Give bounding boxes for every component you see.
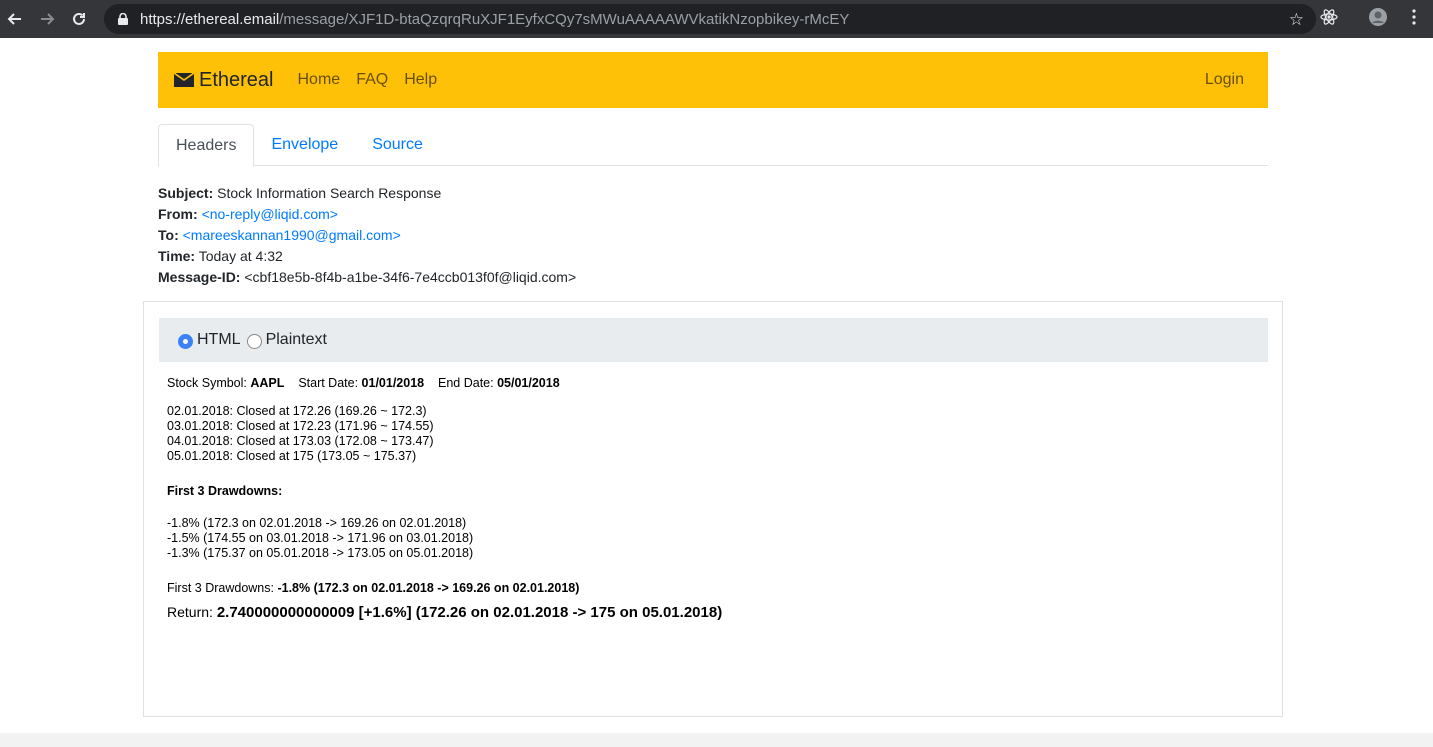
html-option[interactable]: HTML xyxy=(178,331,241,349)
close-list: 02.01.2018: Closed at 172.26 (169.26 ~ 1… xyxy=(167,404,722,464)
login-link[interactable]: Login xyxy=(1205,71,1244,89)
message-headers: Subject: Stock Information Search Respon… xyxy=(158,183,576,288)
list-item: 02.01.2018: Closed at 172.26 (169.26 ~ 1… xyxy=(167,404,427,418)
tab-envelope[interactable]: Envelope xyxy=(254,124,355,166)
drawdown-summary: First 3 Drawdowns: -1.8% (172.3 on 02.01… xyxy=(167,581,580,595)
reload-icon[interactable] xyxy=(64,4,94,34)
list-item: 05.01.2018: Closed at 175 (173.05 ~ 175.… xyxy=(167,449,417,463)
lock-icon[interactable] xyxy=(116,12,130,26)
to-link[interactable]: <mareeskannan1990@gmail.com> xyxy=(183,227,401,243)
plaintext-option[interactable]: Plaintext xyxy=(246,331,327,349)
back-icon[interactable] xyxy=(0,4,30,34)
from-label: From: xyxy=(158,206,198,222)
subject-label: Subject: xyxy=(158,185,214,201)
tab-source[interactable]: Source xyxy=(355,124,440,166)
message-content: Stock Symbol: AAPL Start Date: 01/01/201… xyxy=(167,376,722,620)
page-content: Ethereal Home FAQ Help Login Headers Env… xyxy=(0,38,1433,733)
message-id-value: <cbf18e5b-8f4b-a1be-34f6-7e4ccb013f0f@li… xyxy=(244,269,577,285)
message-body-frame: HTML Plaintext Stock Symbol: AAPL Start … xyxy=(143,301,1283,717)
address-bar[interactable]: https://ethereal.email/message/XJF1D-bta… xyxy=(104,4,1316,34)
plaintext-option-label: Plaintext xyxy=(265,331,327,348)
subject-value: Stock Information Search Response xyxy=(217,185,442,201)
nav-home-link[interactable]: Home xyxy=(298,71,341,89)
profile-icon[interactable] xyxy=(1368,7,1388,32)
drawdown-list: -1.8% (172.3 on 02.01.2018 -> 169.26 on … xyxy=(167,516,722,561)
end-date: 05/01/2018 xyxy=(497,376,560,390)
time-value: Today at 4:32 xyxy=(198,248,283,264)
list-item: 03.01.2018: Closed at 172.23 (171.96 ~ 1… xyxy=(167,419,434,433)
brand-label: Ethereal xyxy=(199,68,274,91)
message-tabs: Headers Envelope Source xyxy=(158,124,1268,167)
top-navbar: Ethereal Home FAQ Help Login xyxy=(158,52,1268,108)
message-id-label: Message-ID: xyxy=(158,269,241,285)
start-date: 01/01/2018 xyxy=(361,376,425,390)
url-text: https://ethereal.email/message/XJF1D-bta… xyxy=(140,10,850,28)
time-label: Time: xyxy=(158,248,196,264)
html-option-label: HTML xyxy=(197,331,241,348)
nav-faq-link[interactable]: FAQ xyxy=(356,71,388,89)
page-footer-strip xyxy=(0,733,1433,747)
menu-icon[interactable] xyxy=(1412,8,1416,30)
list-item: 04.01.2018: Closed at 173.03 (172.08 ~ 1… xyxy=(167,434,434,448)
list-item: -1.5% (174.55 on 03.01.2018 -> 171.96 on… xyxy=(167,531,474,545)
list-item: -1.3% (175.37 on 05.01.2018 -> 173.05 on… xyxy=(167,546,474,560)
return-value: 2.740000000000009 [+1.6%] (172.26 on 02.… xyxy=(216,604,723,621)
brand[interactable]: Ethereal xyxy=(174,69,274,92)
star-icon[interactable]: ☆ xyxy=(1289,10,1304,30)
html-radio[interactable] xyxy=(178,333,193,349)
forward-icon[interactable] xyxy=(32,4,62,34)
react-devtools-icon[interactable] xyxy=(1320,8,1338,31)
from-link[interactable]: <no-reply@liqid.com> xyxy=(202,206,338,222)
tab-headers[interactable]: Headers xyxy=(158,124,255,167)
format-selector: HTML Plaintext xyxy=(159,318,1268,362)
return-line: Return: 2.740000000000009 [+1.6%] (172.2… xyxy=(167,604,723,621)
nav-help-link[interactable]: Help xyxy=(404,71,437,89)
to-label: To: xyxy=(158,227,179,243)
drawdowns-heading: First 3 Drawdowns: xyxy=(167,484,283,498)
browser-toolbar: https://ethereal.email/message/XJF1D-bta… xyxy=(0,0,1433,38)
query-line: Stock Symbol: AAPL Start Date: 01/01/201… xyxy=(167,376,560,390)
list-item: -1.8% (172.3 on 02.01.2018 -> 169.26 on … xyxy=(167,516,467,530)
stock-symbol: AAPL xyxy=(250,376,285,390)
envelope-icon xyxy=(174,73,194,87)
plaintext-radio[interactable] xyxy=(246,333,262,349)
